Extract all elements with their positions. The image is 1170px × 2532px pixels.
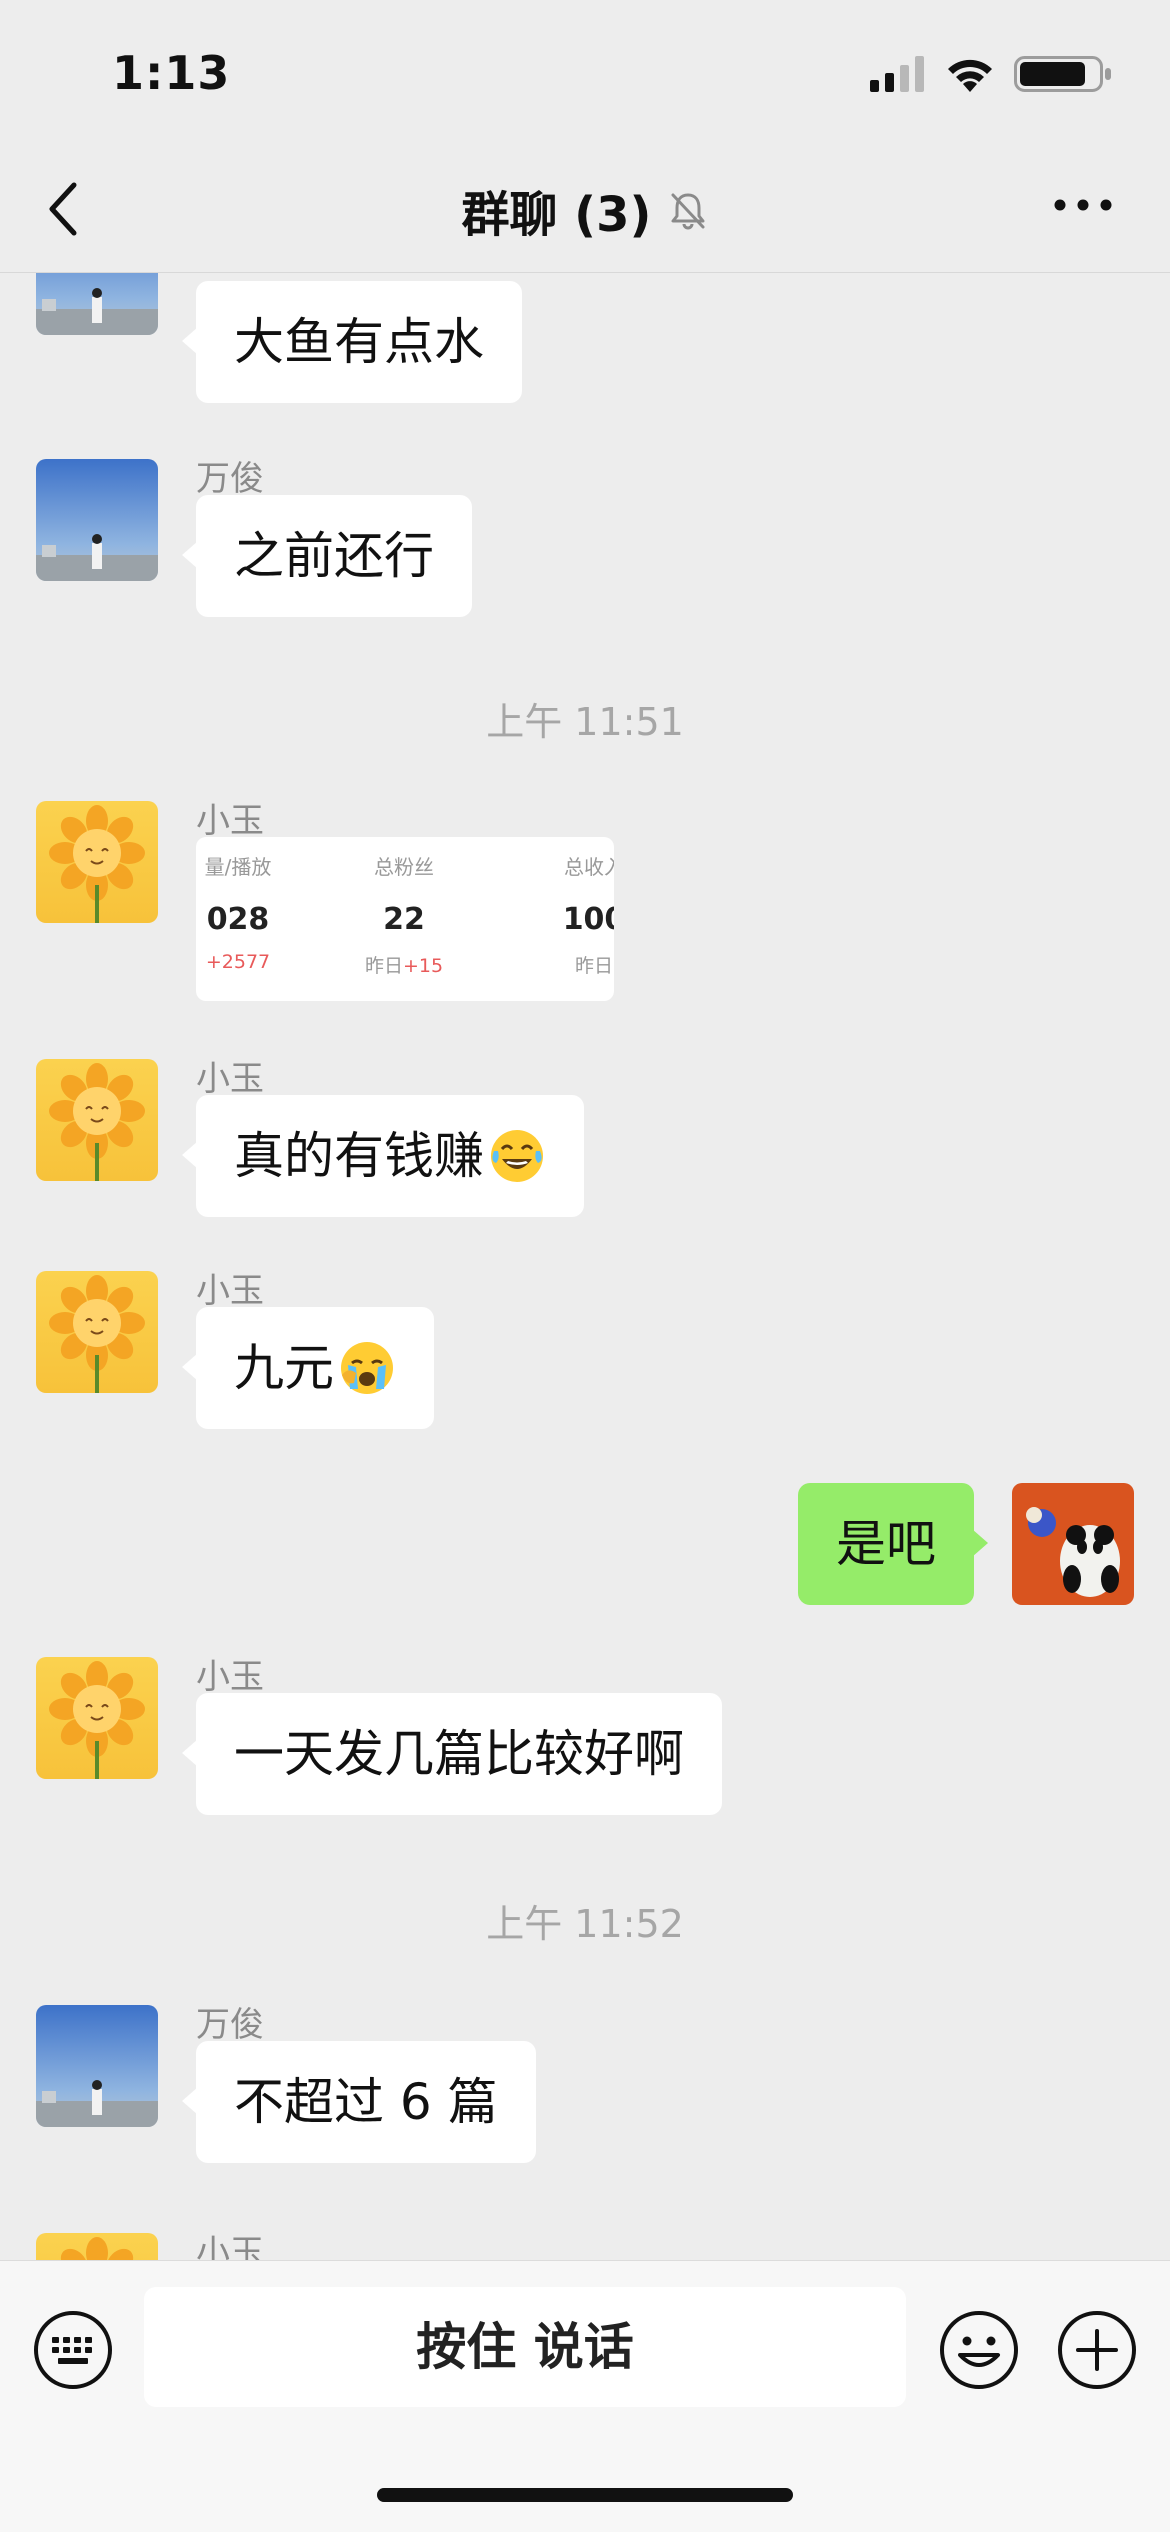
avatar-self-panda[interactable]: [1012, 1483, 1134, 1605]
message-bubble-self[interactable]: 是吧: [798, 1483, 988, 1605]
laughing-tears-emoji-icon: [491, 1129, 543, 1182]
chat-title: 群聊 (3): [461, 187, 652, 243]
nav-bar: 群聊 (3): [0, 145, 1170, 273]
status-time: 1:13: [112, 46, 231, 100]
emoji-icon[interactable]: [938, 2309, 1020, 2391]
sender-name: 万俊: [196, 459, 264, 499]
sender-name: 小玉: [196, 1657, 264, 1697]
avatar-wanjun[interactable]: [36, 459, 158, 581]
message-bubble[interactable]: 一天发几篇比较好啊: [182, 1693, 722, 1815]
message-text: 九元: [234, 1339, 334, 1397]
timestamp: 上午 11:51: [486, 700, 684, 744]
message-bubble[interactable]: 之前还行: [182, 495, 472, 617]
avatar-xiaoyu[interactable]: [36, 2233, 158, 2260]
message-bubble[interactable]: 真的有钱赚: [182, 1095, 584, 1217]
stat-fans: 总粉丝 22 昨日+15: [364, 855, 444, 977]
message-text: 真的有钱赚: [234, 1127, 484, 1185]
crying-emoji-icon: [341, 1341, 393, 1394]
sender-name: 小玉: [196, 801, 264, 841]
message-bubble[interactable]: 九元: [182, 1307, 434, 1429]
avatar-xiaoyu[interactable]: [36, 1657, 158, 1779]
home-indicator[interactable]: [377, 2488, 793, 2502]
nav-title-wrap: 群聊 (3): [0, 175, 1170, 245]
avatar-wanjun[interactable]: [36, 2005, 158, 2127]
status-bar: 1:13: [0, 0, 1170, 145]
avatar-wanjun[interactable]: [36, 273, 158, 335]
battery-icon: [1014, 56, 1111, 92]
sender-name: 小玉: [196, 1271, 264, 1311]
plus-icon[interactable]: [1056, 2309, 1138, 2391]
cellular-signal-icon: [870, 56, 924, 92]
wifi-icon: [948, 59, 992, 92]
avatar-xiaoyu[interactable]: [36, 1271, 158, 1393]
avatar-xiaoyu[interactable]: [36, 801, 158, 923]
chat-messages[interactable]: 大鱼有点水 万俊 之前还行 上午 11:51 小玉 量/播放 028 +2577…: [0, 273, 1170, 2260]
hold-to-talk-button[interactable]: 按住 说话: [144, 2287, 906, 2407]
mute-icon: [671, 193, 705, 230]
message-bubble[interactable]: 不超过 6 篇: [182, 2041, 536, 2163]
stat-plays: 量/播放 028 +2577: [204, 855, 272, 973]
more-options-icon[interactable]: [1052, 193, 1114, 217]
stats-card-image[interactable]: 量/播放 028 +2577 总粉丝 22 昨日+15 总收入 100 昨日: [196, 837, 614, 1001]
sender-name: 小玉: [196, 1059, 264, 1099]
message-bubble[interactable]: 大鱼有点水: [182, 281, 522, 403]
avatar-xiaoyu[interactable]: [36, 1059, 158, 1181]
timestamp: 上午 11:52: [486, 1902, 684, 1946]
sender-name: 小玉: [196, 2233, 264, 2260]
stat-income: 总收入 100 昨日: [562, 855, 614, 977]
sender-name: 万俊: [196, 2005, 264, 2045]
keyboard-icon[interactable]: [32, 2309, 114, 2391]
